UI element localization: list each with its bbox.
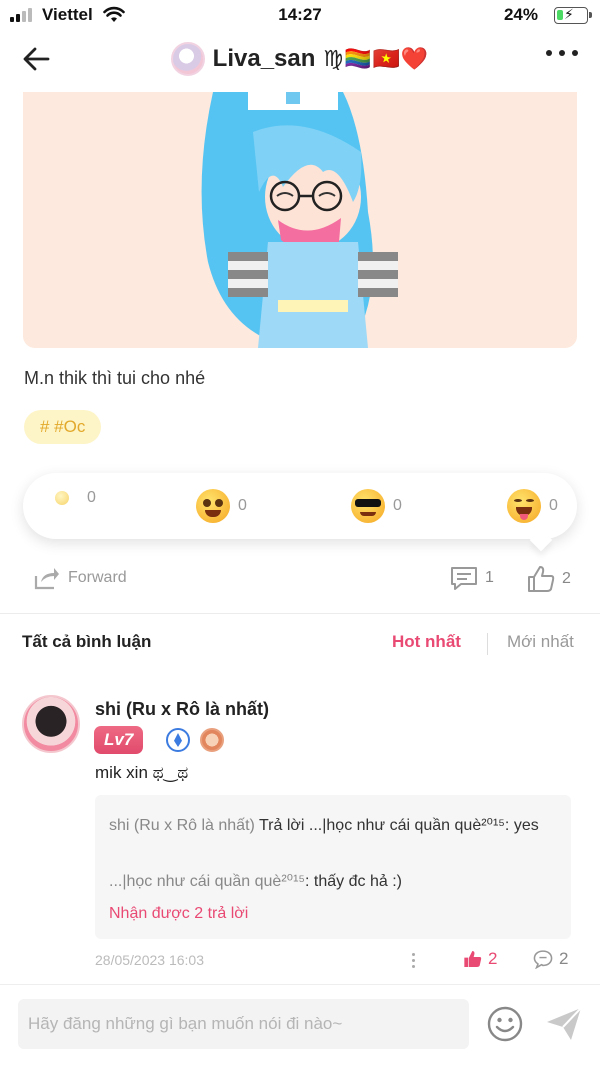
send-icon[interactable]: [544, 1005, 584, 1043]
reaction-bar: 0 0 0 0: [23, 473, 577, 539]
comment-more-icon[interactable]: [412, 953, 415, 968]
diamond-badge-icon: [166, 728, 190, 752]
battery-icon: ⚡: [554, 6, 592, 24]
reply-item: ...|học như cái quần què²⁰¹⁵: thấy đc hả…: [109, 871, 402, 891]
reply-author: shi (Ru x Rô là nhất): [109, 817, 255, 834]
post-image[interactable]: [23, 92, 577, 348]
reaction-count: 0: [238, 497, 247, 514]
monkey-badge-icon: [200, 728, 224, 752]
comment-icon: [451, 567, 477, 590]
comment-like-button[interactable]: 2: [463, 949, 497, 969]
author-emoji-badges: ♍🏳️‍🌈🇻🇳❤️: [323, 46, 430, 71]
like-button[interactable]: 2: [526, 564, 571, 594]
reply-item: shi (Ru x Rô là nhất) Trả lời ...|học nh…: [109, 811, 559, 841]
share-icon: [34, 568, 59, 590]
reply-text: Trả lời ...|học như cái quần què²⁰¹⁵: ye…: [254, 817, 539, 834]
level-badge: Lv7: [94, 726, 144, 754]
sunglasses-emoji-icon: [351, 489, 385, 523]
comment-reply-count: 2: [559, 949, 569, 968]
reaction-sparkle[interactable]: 0: [45, 489, 96, 507]
battery-percent: 24%: [503, 5, 538, 24]
comment-timestamp: 28/05/2023 16:03: [95, 952, 204, 968]
comment-input[interactable]: [18, 999, 469, 1049]
thumbs-up-icon: [528, 566, 555, 592]
reply-preview-box[interactable]: shi (Ru x Rô là nhất) Trả lời ...|học nh…: [95, 795, 571, 939]
post-action-bar: Forward 1 2: [0, 552, 600, 606]
sort-new-tab[interactable]: Mới nhất: [507, 632, 574, 652]
character-illustration: [201, 92, 398, 348]
comment-reply-button[interactable]: 2: [532, 949, 568, 969]
comment-text: mik xin ಥ‿ಥ: [95, 763, 189, 782]
sort-hot-tab[interactable]: Hot nhất: [392, 632, 461, 652]
sort-separator: [487, 633, 488, 655]
post-caption: M.n thik thì tui cho nhé: [24, 368, 206, 388]
composer-divider: [0, 984, 600, 985]
forward-label: Forward: [68, 569, 127, 586]
hashtag-chip[interactable]: # #Oc: [24, 410, 102, 444]
likes-count: 2: [562, 570, 571, 587]
comment-like-count: 2: [488, 949, 498, 968]
author-name[interactable]: Liva_san: [213, 45, 316, 73]
smiling-eyes-emoji-icon: [196, 489, 230, 523]
thumbs-up-filled-icon: [464, 951, 482, 967]
top-nav-bar: Liva_san ♍🏳️‍🌈🇻🇳❤️: [0, 32, 600, 86]
emoji-picker-icon[interactable]: [486, 1005, 524, 1043]
reaction-smile[interactable]: 0: [196, 489, 247, 523]
more-options-icon[interactable]: [546, 50, 578, 56]
reply-bubble-icon: [533, 950, 553, 969]
reply-text: : thấy đc hả :): [305, 873, 402, 890]
reaction-laugh[interactable]: 0: [507, 489, 558, 523]
comments-count: 1: [485, 569, 494, 586]
commenter-avatar[interactable]: [22, 695, 80, 753]
reaction-count: 0: [549, 497, 558, 514]
author-title[interactable]: Liva_san ♍🏳️‍🌈🇻🇳❤️: [0, 42, 600, 76]
sparkle-emoji-icon: [55, 491, 69, 505]
reaction-count: 0: [87, 489, 96, 506]
reaction-sunglasses[interactable]: 0: [351, 489, 402, 523]
view-replies-link[interactable]: Nhận được 2 trả lời: [109, 905, 248, 923]
author-avatar[interactable]: [170, 42, 205, 76]
comments-count-button[interactable]: 1: [449, 564, 494, 592]
reaction-count: 0: [393, 497, 402, 514]
commenter-name[interactable]: shi (Ru x Rô là nhất): [95, 699, 269, 720]
laughing-emoji-icon: [507, 489, 541, 523]
forward-button[interactable]: Forward: [32, 564, 127, 592]
status-bar: Viettel 14:27 24% ⚡: [0, 0, 600, 32]
reply-author: ...|học như cái quần què²⁰¹⁵: [109, 873, 306, 890]
comments-title: Tất cả bình luận: [22, 632, 152, 651]
section-divider: [0, 613, 600, 614]
